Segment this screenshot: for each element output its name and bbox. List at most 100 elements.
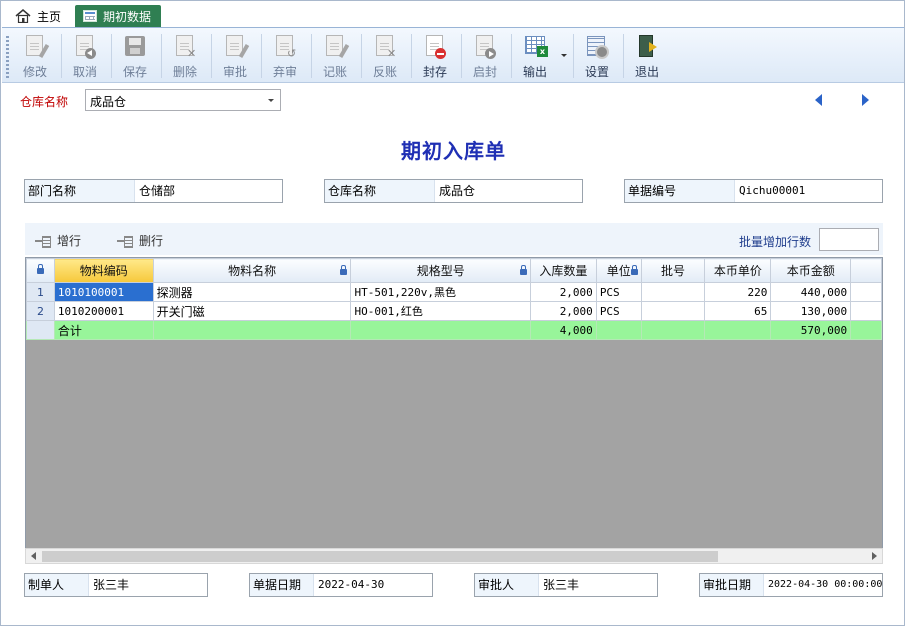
export-button[interactable]: x 输出 xyxy=(512,32,558,80)
document-date-field[interactable]: 单据日期 2022-04-30 xyxy=(249,573,433,597)
grid-toolbar: 增行 删行 批量增加行数 xyxy=(25,223,883,255)
settings-icon xyxy=(585,34,609,60)
edit-button[interactable]: 修改 xyxy=(12,32,58,80)
lock-icon xyxy=(340,265,348,275)
seal-icon xyxy=(423,34,447,60)
approver-field[interactable]: 审批人 张三丰 xyxy=(474,573,658,597)
document-number-field[interactable]: 单据编号 Qichu00001 xyxy=(624,179,883,203)
total-row: 合计 4,000 570,000 xyxy=(26,320,882,340)
row-selector-header[interactable] xyxy=(26,258,55,283)
cell-code[interactable]: 1010200001 xyxy=(53,301,154,321)
save-button[interactable]: 保存 xyxy=(112,32,158,80)
excel-export-icon: x xyxy=(523,34,548,60)
main-toolbar: 修改 取消 保存 ✕ 删除 审批 ↺ 弃审 记账 ✕ 反账 封存 启封 x 输出… xyxy=(2,27,904,83)
tab-home-label: 主页 xyxy=(37,9,62,24)
cell-batch[interactable] xyxy=(640,301,706,321)
department-value: 仓储部 xyxy=(139,184,176,198)
export-dropdown-icon[interactable] xyxy=(561,54,567,57)
toolbar-grip[interactable] xyxy=(6,34,9,78)
cell-unit[interactable]: PCS xyxy=(595,301,642,321)
document-title: 期初入库单 xyxy=(401,139,506,163)
warehouse-label: 仓库名称 xyxy=(20,95,69,109)
cell-price[interactable]: 220 xyxy=(704,282,772,302)
window-frame: 主页 期初数据 修改 取消 保存 ✕ 删除 审批 ↺ 弃审 记账 ✕ 反账 封存… xyxy=(0,0,905,626)
edit-icon xyxy=(23,34,50,60)
cell-code[interactable]: 1010100001 xyxy=(53,282,154,302)
col-header-unit[interactable]: 单位 xyxy=(595,258,642,283)
scroll-right-icon[interactable] xyxy=(872,552,877,560)
cell-price[interactable]: 65 xyxy=(704,301,772,321)
col-header-spec[interactable]: 规格型号 xyxy=(350,258,531,283)
cell-qty[interactable]: 2,000 xyxy=(529,301,597,321)
warehouse-field-label: 仓库名称 xyxy=(325,180,435,202)
cell-amount[interactable]: 440,000 xyxy=(770,282,852,302)
scrollbar-thumb[interactable] xyxy=(42,551,718,562)
department-label: 部门名称 xyxy=(25,180,135,202)
chevron-down-icon[interactable] xyxy=(262,90,280,110)
cell-spec[interactable]: HO-001,红色 xyxy=(350,301,531,321)
total-label: 合计 xyxy=(53,320,154,340)
document-number-label: 单据编号 xyxy=(625,180,735,202)
batch-add-rows-input[interactable] xyxy=(819,228,879,251)
approver-label: 审批人 xyxy=(475,574,539,596)
document-number-value: Qichu00001 xyxy=(739,184,806,197)
total-qty: 4,000 xyxy=(529,320,597,340)
scroll-left-icon[interactable] xyxy=(31,552,36,560)
tab-opening-data[interactable]: 期初数据 xyxy=(75,5,162,27)
grid-horizontal-scrollbar[interactable] xyxy=(25,548,883,564)
cell-qty[interactable]: 2,000 xyxy=(529,282,597,302)
seal-button[interactable]: 封存 xyxy=(412,32,458,80)
document-date-value: 2022-04-30 xyxy=(318,578,385,591)
col-header-amount[interactable]: 本币金额 xyxy=(770,258,852,283)
col-header-qty[interactable]: 入库数量 xyxy=(529,258,597,283)
post-button[interactable]: 记账 xyxy=(312,32,358,80)
delete-button[interactable]: ✕ 删除 xyxy=(162,32,208,80)
approve-icon xyxy=(223,34,250,60)
cell-amount[interactable]: 130,000 xyxy=(770,301,852,321)
approve-button[interactable]: 审批 xyxy=(212,32,258,80)
cell-unit[interactable]: PCS xyxy=(595,282,642,302)
delete-row-icon xyxy=(117,235,133,248)
warehouse-field-value: 成品仓 xyxy=(439,184,476,198)
col-header-batch[interactable]: 批号 xyxy=(640,258,706,283)
undo-icon xyxy=(73,34,97,60)
unapprove-button[interactable]: ↺ 弃审 xyxy=(262,32,308,80)
save-icon xyxy=(123,34,147,60)
unpost-button[interactable]: ✕ 反账 xyxy=(362,32,408,80)
lock-icon xyxy=(630,265,638,275)
row-number[interactable]: 2 xyxy=(26,301,55,321)
department-field[interactable]: 部门名称 仓储部 xyxy=(24,179,283,203)
previous-record-icon[interactable] xyxy=(815,94,822,106)
col-header-name[interactable]: 物料名称 xyxy=(152,258,352,283)
items-grid: 物料编码 物料名称 规格型号 入库数量 单位 批号 本币单价 本币金额 1 10… xyxy=(25,257,883,549)
col-header-price[interactable]: 本币单价 xyxy=(704,258,772,283)
delete-icon: ✕ xyxy=(173,34,197,60)
cell-batch[interactable] xyxy=(640,282,706,302)
exit-button[interactable]: 退出 xyxy=(624,32,670,80)
row-number[interactable]: 1 xyxy=(26,282,55,302)
cancel-button[interactable]: 取消 xyxy=(62,32,108,80)
next-record-icon[interactable] xyxy=(862,94,869,106)
approve-date-field[interactable]: 审批日期 2022-04-30 00:00:00 xyxy=(699,573,883,597)
maker-field[interactable]: 制单人 张三丰 xyxy=(24,573,208,597)
cell-spec[interactable]: HT-501,220v,黑色 xyxy=(350,282,531,302)
exit-door-icon xyxy=(635,34,659,60)
col-header-code[interactable]: 物料编码 xyxy=(53,258,154,283)
warehouse-select[interactable]: 成品仓 xyxy=(85,89,281,111)
tab-opening-data-label: 期初数据 xyxy=(103,9,152,24)
total-amount: 570,000 xyxy=(770,320,852,340)
tab-home[interactable]: 主页 xyxy=(7,5,69,27)
warehouse-field[interactable]: 仓库名称 成品仓 xyxy=(324,179,583,203)
cell-extra[interactable] xyxy=(850,282,882,302)
cell-name[interactable]: 探测器 xyxy=(152,282,352,302)
home-icon xyxy=(15,9,31,23)
cell-name[interactable]: 开关门磁 xyxy=(152,301,352,321)
table-row[interactable]: 2 1010200001 开关门磁 HO-001,红色 2,000 PCS 65… xyxy=(26,301,882,321)
cell-extra[interactable] xyxy=(850,301,882,321)
add-row-button[interactable]: 增行 xyxy=(35,232,81,249)
approve-date-value: 2022-04-30 00:00:00 xyxy=(768,579,882,590)
settings-button[interactable]: 设置 xyxy=(574,32,620,80)
unseal-button[interactable]: 启封 xyxy=(462,32,508,80)
delete-row-button[interactable]: 删行 xyxy=(117,232,163,249)
table-row[interactable]: 1 1010100001 探测器 HT-501,220v,黑色 2,000 PC… xyxy=(26,282,882,302)
